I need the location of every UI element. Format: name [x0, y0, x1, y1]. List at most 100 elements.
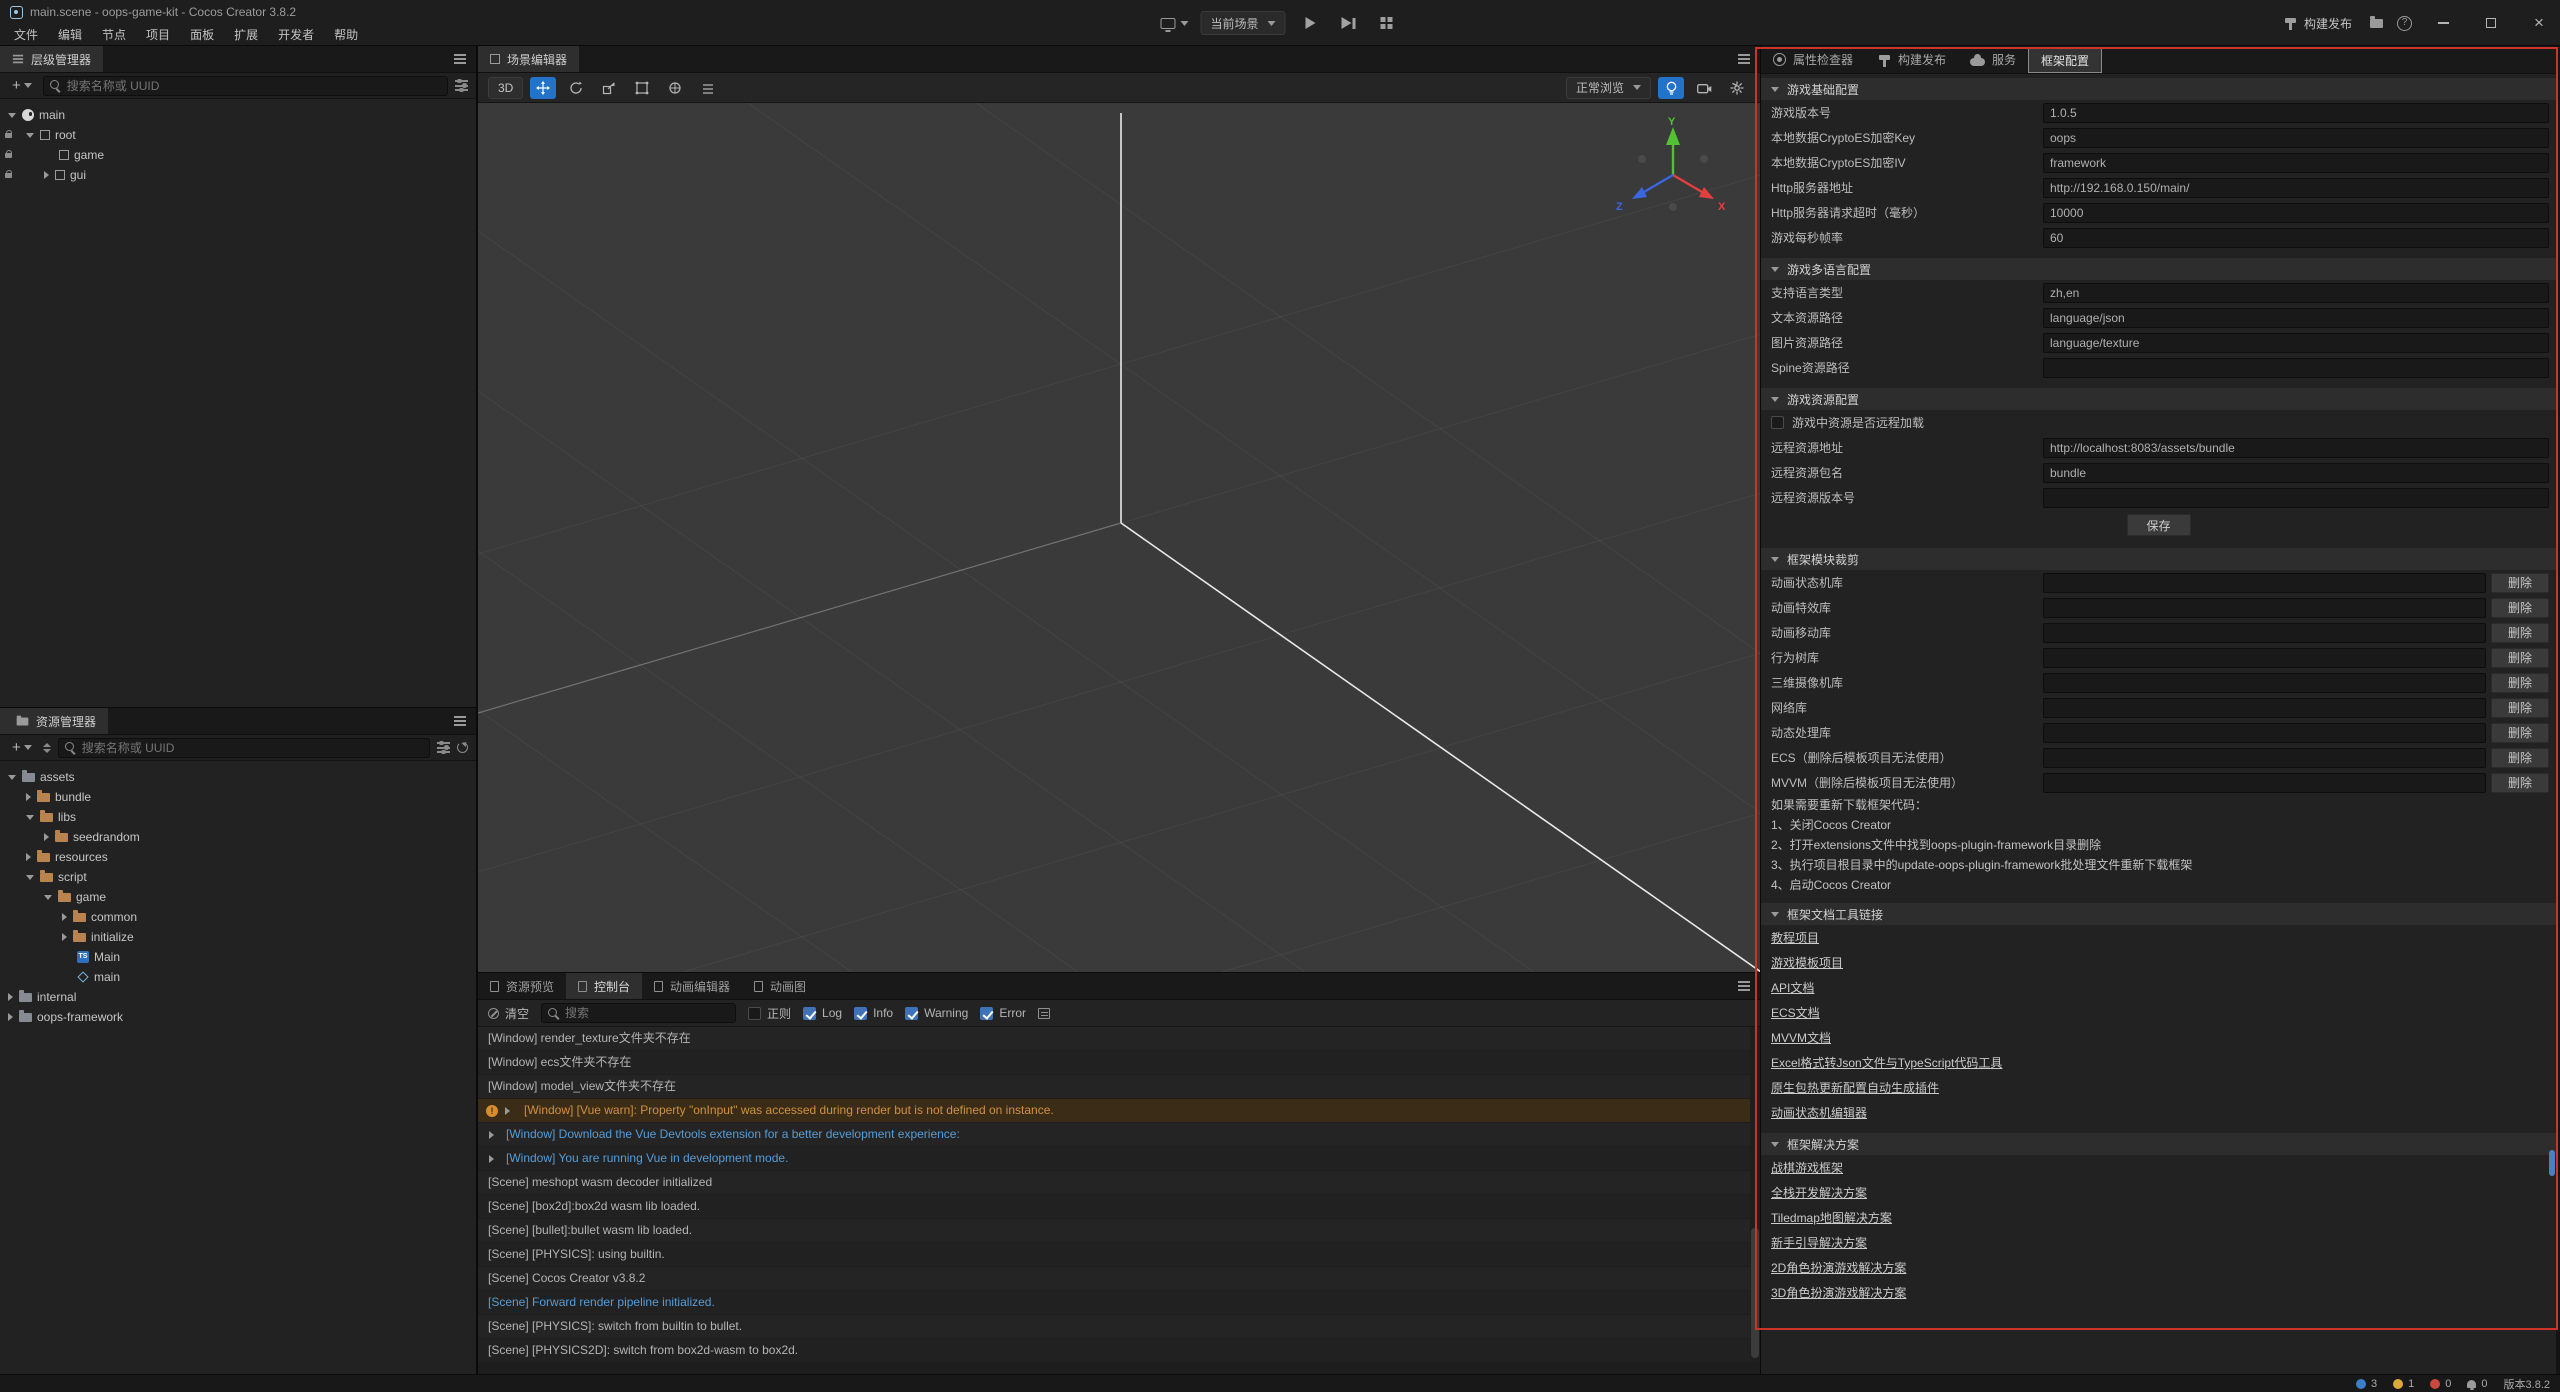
open-project-folder-button[interactable] [2370, 19, 2383, 28]
save-button[interactable]: 保存 [2127, 514, 2191, 536]
lighting-toggle-button[interactable] [1658, 77, 1684, 99]
log-row-info[interactable]: [Scene] Forward render pipeline initiali… [478, 1291, 1761, 1315]
create-node-button[interactable] [8, 76, 36, 96]
tab-animation-graph[interactable]: 动画图 [742, 973, 818, 999]
log-row[interactable]: [Scene] Cocos Creator v3.8.2 [478, 1267, 1761, 1291]
tree-node-game[interactable]: game [0, 145, 476, 165]
tree-node-main[interactable]: main [0, 105, 476, 125]
menu-edit[interactable]: 编辑 [48, 24, 92, 46]
expand-icon[interactable] [489, 1155, 494, 1163]
expand-icon[interactable] [489, 1131, 494, 1139]
expand-icon[interactable] [505, 1107, 510, 1115]
tab-property-inspector[interactable]: 属性检查器 [1761, 46, 1865, 74]
log-row[interactable]: [Window] ecs文件夹不存在 [478, 1051, 1761, 1075]
log-row[interactable]: [Scene] [PHYSICS2D]: switch from box2d-w… [478, 1339, 1761, 1363]
expand-icon[interactable] [8, 993, 13, 1001]
expand-icon[interactable] [62, 933, 67, 941]
asset-node-seedrandom[interactable]: seedrandom [0, 827, 476, 847]
rect-tool-button[interactable] [629, 77, 655, 99]
delete-button[interactable]: 删除 [2491, 648, 2549, 668]
view-mode-select[interactable]: 正常浏览 [1566, 77, 1651, 99]
tab-asset-preview[interactable]: 资源预览 [478, 973, 566, 999]
collapse-icon[interactable] [44, 895, 52, 900]
3d-mode-button[interactable]: 3D [488, 77, 523, 99]
doc-link-template[interactable]: 游戏模板项目 [1761, 950, 2556, 975]
crypto-key-input[interactable] [2043, 128, 2549, 148]
collapse-icon[interactable] [26, 133, 34, 138]
delete-button[interactable]: 删除 [2491, 773, 2549, 793]
solution-link-tiledmap[interactable]: Tiledmap地图解决方案 [1761, 1205, 2556, 1230]
asset-node-oops-framework[interactable]: oops-framework [0, 1007, 476, 1027]
menu-developer[interactable]: 开发者 [268, 24, 324, 46]
play-button[interactable] [1298, 11, 1324, 35]
collapse-icon[interactable] [26, 875, 34, 880]
http-timeout-input[interactable] [2043, 203, 2549, 223]
scene-viewport[interactable]: Y X Z [478, 103, 1761, 972]
delete-button[interactable]: 删除 [2491, 573, 2549, 593]
error-count-badge[interactable]: 0 [2430, 1378, 2451, 1390]
log-row[interactable]: [Scene] [bullet]:bullet wasm lib loaded. [478, 1219, 1761, 1243]
log-row[interactable]: [Scene] [PHYSICS]: using builtin. [478, 1243, 1761, 1267]
filter-error-checkbox[interactable]: Error [980, 1006, 1026, 1020]
gizmo-tool-button[interactable] [662, 77, 688, 99]
tab-build-publish[interactable]: 构建发布 [1865, 46, 1958, 74]
remote-url-input[interactable] [2043, 438, 2549, 458]
menu-node[interactable]: 节点 [92, 24, 136, 46]
warning-count-badge[interactable]: 1 [2393, 1378, 2414, 1390]
move-tool-button[interactable] [530, 77, 556, 99]
section-game-basic[interactable]: 游戏基础配置 [1761, 78, 2556, 100]
asset-node-initialize[interactable]: initialize [0, 927, 476, 947]
delete-button[interactable]: 删除 [2491, 598, 2549, 618]
build-publish-button[interactable]: 构建发布 [2284, 15, 2352, 32]
section-solutions[interactable]: 框架解决方案 [1761, 1133, 2556, 1155]
expand-icon[interactable] [44, 171, 49, 179]
filter-log-checkbox[interactable]: Log [803, 1006, 842, 1020]
asset-node-game[interactable]: game [0, 887, 476, 907]
expand-icon[interactable] [62, 913, 67, 921]
assets-search-input[interactable] [82, 741, 423, 755]
remote-bundle-input[interactable] [2043, 463, 2549, 483]
image-res-path-input[interactable] [2043, 333, 2549, 353]
menu-help[interactable]: 帮助 [324, 24, 368, 46]
asset-node-assets[interactable]: assets [0, 767, 476, 787]
expand-icon[interactable] [8, 1013, 13, 1021]
console-scrollbar[interactable] [1750, 1027, 1760, 1362]
solution-link-2d-rpg[interactable]: 2D角色扮演游戏解决方案 [1761, 1255, 2556, 1280]
filter-icon[interactable] [437, 742, 450, 753]
log-row[interactable]: [Window] render_texture文件夹不存在 [478, 1027, 1761, 1051]
maximize-button[interactable] [2474, 0, 2508, 46]
log-row[interactable]: [Scene] [PHYSICS]: switch from builtin t… [478, 1315, 1761, 1339]
solution-link-guide[interactable]: 新手引导解决方案 [1761, 1230, 2556, 1255]
http-server-input[interactable] [2043, 178, 2549, 198]
panel-menu-icon[interactable] [454, 54, 466, 64]
lock-icon[interactable] [5, 153, 12, 158]
section-game-res[interactable]: 游戏资源配置 [1761, 388, 2556, 410]
section-doc-links[interactable]: 框架文档工具链接 [1761, 903, 2556, 925]
view-gizmo[interactable]: Y X Z [1608, 115, 1738, 233]
tree-node-root[interactable]: root [0, 125, 476, 145]
tab-scene-editor[interactable]: 场景编辑器 [478, 46, 579, 72]
asset-node-main-ts[interactable]: Main [0, 947, 476, 967]
log-row-link[interactable]: [Window] Download the Vue Devtools exten… [478, 1123, 1761, 1147]
collapse-icon[interactable] [26, 815, 34, 820]
info-count-badge[interactable]: 3 [2356, 1378, 2377, 1390]
remote-version-input[interactable] [2043, 488, 2549, 508]
log-row[interactable]: [Window] model_view文件夹不存在 [478, 1075, 1761, 1099]
scene-select[interactable]: 当前场景 [1200, 11, 1285, 35]
tab-assets[interactable]: 资源管理器 [0, 708, 108, 734]
camera-preview-button[interactable] [1691, 77, 1717, 99]
clear-console-button[interactable]: 清空 [488, 1005, 529, 1022]
menu-project[interactable]: 项目 [136, 24, 180, 46]
scrollbar-thumb[interactable] [1751, 1228, 1759, 1358]
create-asset-button[interactable] [8, 738, 36, 758]
inspector-scrollbar-thumb[interactable] [2549, 1150, 2555, 1176]
delete-button[interactable]: 删除 [2491, 623, 2549, 643]
tab-console[interactable]: 控制台 [566, 973, 642, 999]
section-modules[interactable]: 框架模块裁剪 [1761, 548, 2556, 570]
lock-icon[interactable] [5, 173, 12, 178]
asset-node-internal[interactable]: internal [0, 987, 476, 1007]
help-button[interactable] [2397, 16, 2412, 31]
fps-input[interactable] [2043, 228, 2549, 248]
hierarchy-search-input[interactable] [67, 79, 441, 93]
expand-icon[interactable] [26, 793, 31, 801]
